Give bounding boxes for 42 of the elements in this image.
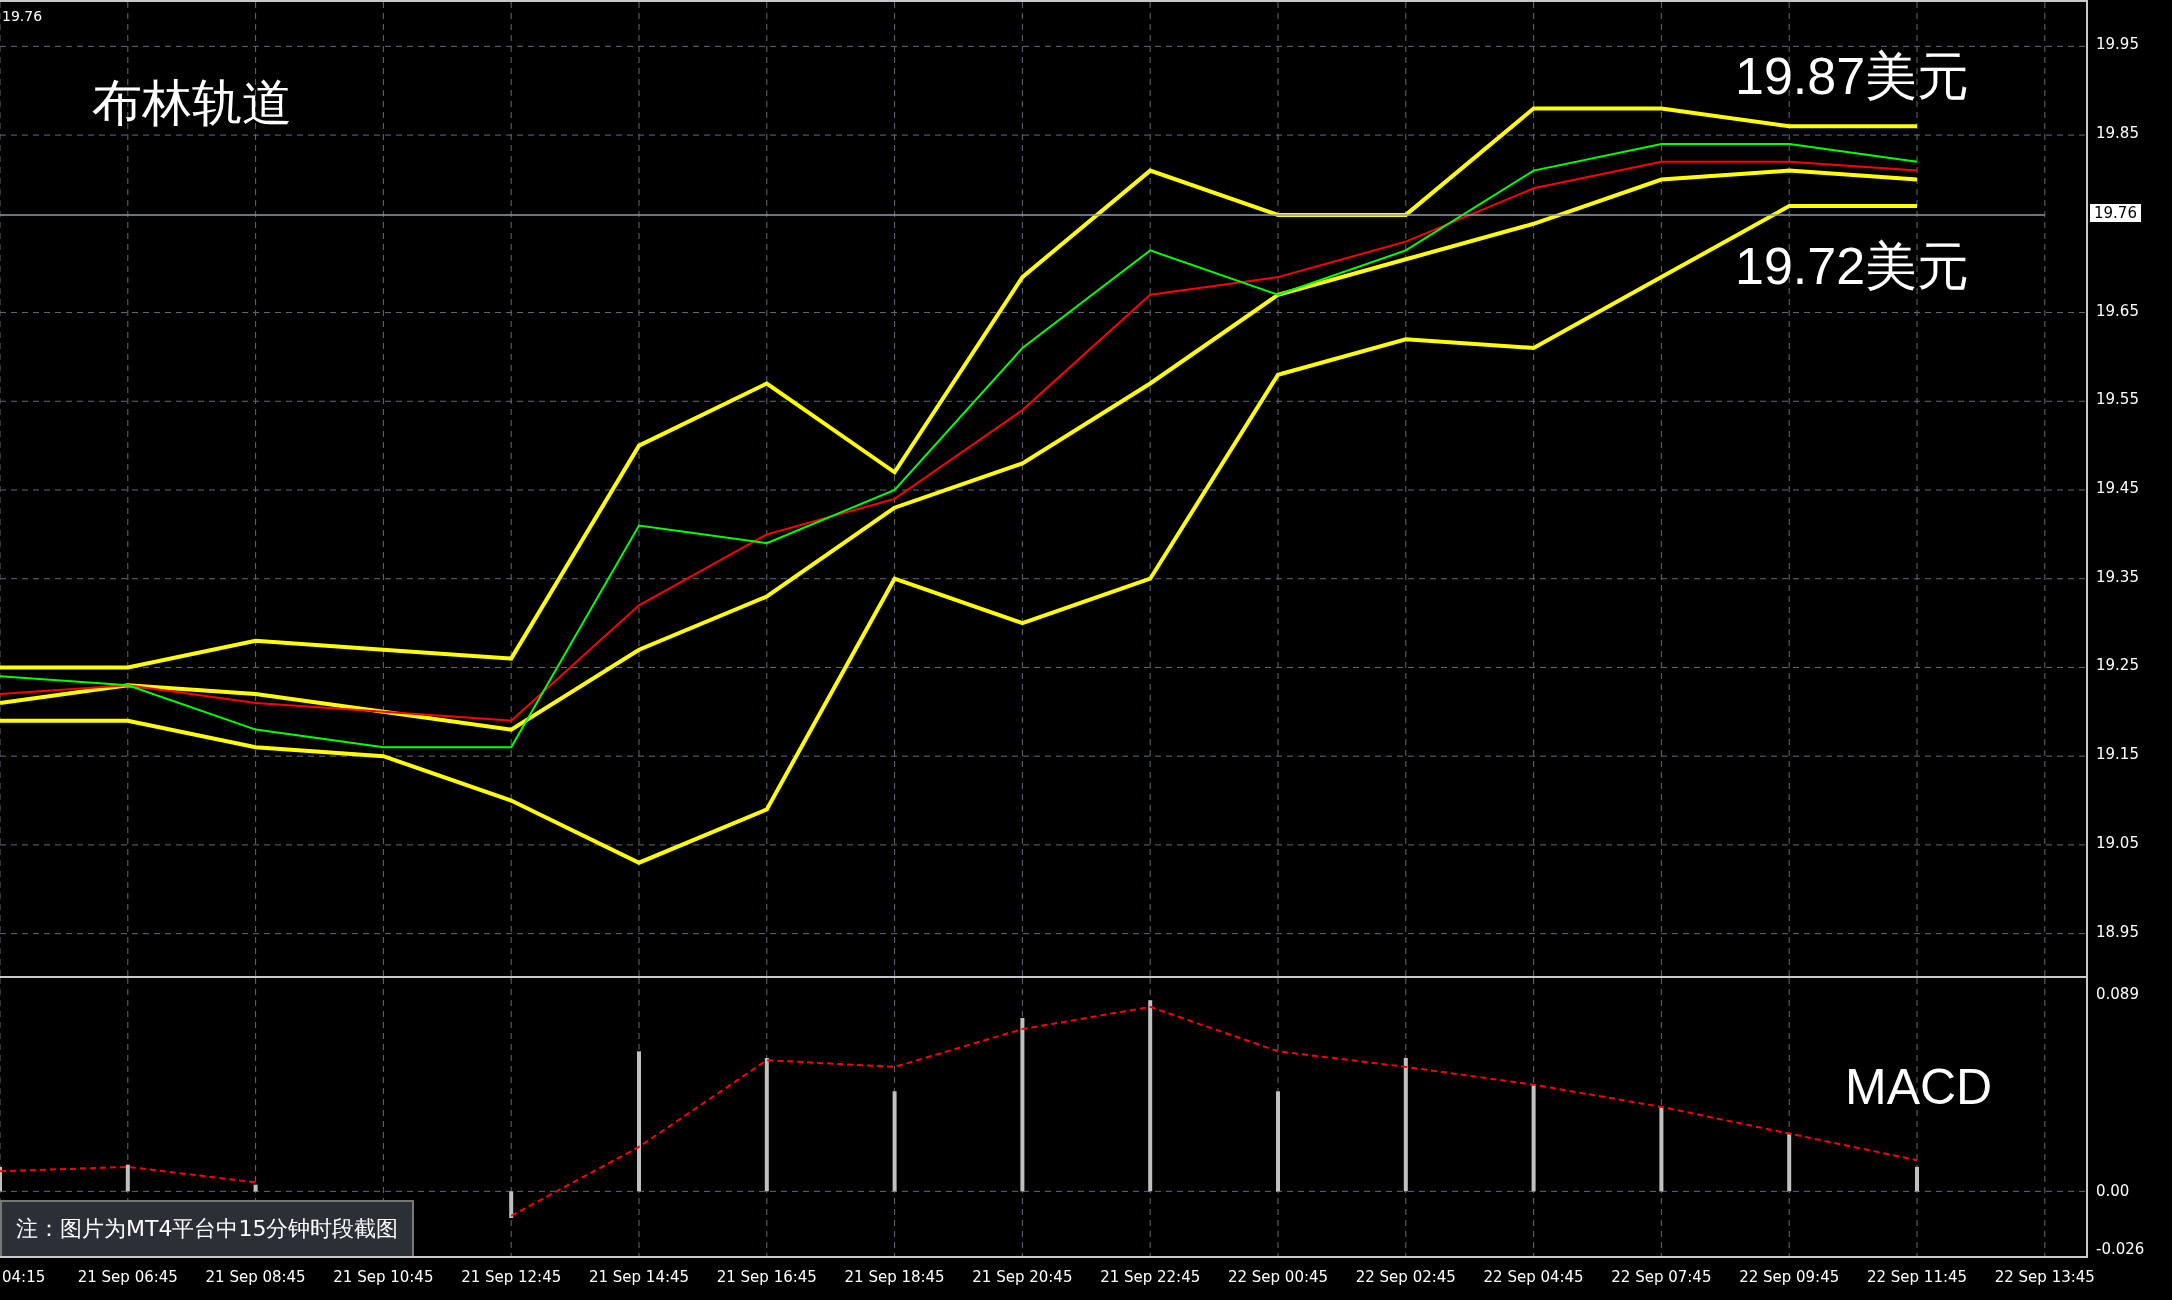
- axis-label: 19.95: [2096, 35, 2139, 54]
- axis-label: 21 Sep 18:45: [844, 1268, 945, 1286]
- axis-label: 22 Sep 13:45: [1994, 1268, 2095, 1286]
- axis-label: 22 Sep 00:45: [1227, 1268, 1329, 1286]
- axis-label: 21 Sep 10:45: [333, 1268, 434, 1286]
- price-annotation: 19.87美元: [1735, 46, 1970, 107]
- axis-label: 22 Sep 11:45: [1866, 1268, 1968, 1286]
- histogram-bar: [1915, 1166, 1919, 1192]
- price-annotation: 19.72美元: [1735, 236, 1970, 297]
- axis-label: 19.15: [2096, 745, 2139, 764]
- histogram-bar: [125, 1164, 130, 1192]
- axis-label: 0.00: [2096, 1182, 2130, 1201]
- axis-label: 19.65: [2096, 301, 2139, 320]
- axis-label: 22 Sep 02:45: [1355, 1268, 1456, 1286]
- histogram-bar: [253, 1184, 258, 1192]
- price-label: 19.76: [2, 8, 43, 24]
- axis-label: 21 Sep 06:45: [77, 1268, 178, 1286]
- axis-label: 22 Sep 04:45: [1483, 1268, 1584, 1286]
- chart-title: 布林轨道: [92, 73, 292, 134]
- axis-label: 04:15: [2, 1268, 46, 1286]
- caption-note: 注：图片为MT4平台中15分钟时段截图: [0, 1200, 415, 1256]
- axis-label: 19.55: [2096, 390, 2139, 409]
- axis-label: 21 Sep 12:45: [461, 1268, 562, 1286]
- axis-label: 21 Sep 14:45: [588, 1268, 690, 1286]
- axis-label: -0.026: [2096, 1240, 2145, 1259]
- current-price-label: 19.76: [2090, 203, 2141, 222]
- axis-label: 22 Sep 07:45: [1611, 1268, 1712, 1286]
- axis-label: 22 Sep 09:45: [1739, 1268, 1840, 1286]
- axis-label: 21 Sep 16:45: [716, 1268, 817, 1286]
- histogram-bar: [1787, 1133, 1792, 1192]
- axis-label: 21 Sep 08:45: [205, 1268, 306, 1286]
- axis-label: 21 Sep 20:45: [972, 1268, 1073, 1286]
- axis-label: 19.05: [2096, 833, 2139, 852]
- axis-label: 19.35: [2096, 567, 2139, 586]
- axis-label: 0.089: [2096, 984, 2139, 1003]
- axis-label: 21 Sep 22:45: [1100, 1268, 1201, 1286]
- axis-label: 19.45: [2096, 479, 2139, 497]
- axis-label: 19.85: [2096, 124, 2139, 143]
- indicator-title: MACD: [1845, 1058, 1993, 1116]
- histogram-bar: [509, 1191, 514, 1218]
- axis-label: 19.25: [2096, 656, 2139, 675]
- axis-label: 18.95: [2096, 922, 2139, 941]
